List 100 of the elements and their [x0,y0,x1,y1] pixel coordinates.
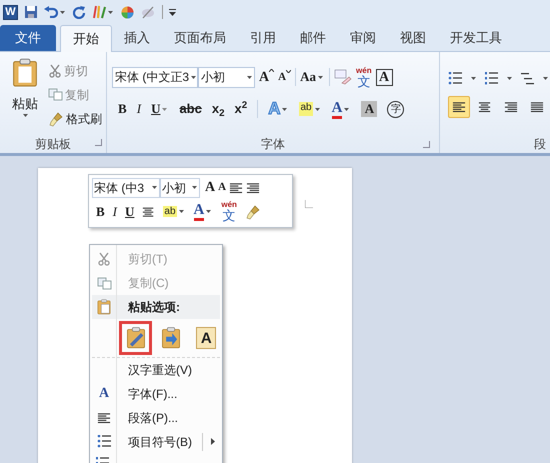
font-size-field[interactable]: 小初 [160,178,200,198]
app-logo[interactable]: W [3,4,18,20]
clear-format-icon[interactable] [334,69,352,85]
shrink-font-button[interactable]: A [218,179,226,196]
align-left-icon[interactable] [452,101,466,113]
align-center-icon[interactable] [142,206,156,218]
font-icon: A [98,383,110,404]
grow-font-button[interactable]: A [259,66,274,88]
phonetic-guide-button[interactable]: wén 文 [356,66,372,88]
menu-item[interactable]: 项目符号(B) [92,430,220,454]
file-tab[interactable]: 文件 [0,25,56,51]
menu-item[interactable]: 段落(P)... [92,406,220,430]
dropdown-caret-icon[interactable] [22,114,28,116]
clipboard-brush-icon [126,326,146,349]
brush-icon[interactable] [48,110,64,126]
group-label: 剪贴板 [35,136,72,152]
format-button[interactable]: U [125,202,134,222]
dropdown-caret-icon[interactable] [152,186,157,189]
grow-font-button[interactable]: A [205,177,216,198]
format-button[interactable]: I [112,202,118,222]
align-right-icon[interactable] [504,101,518,113]
dropdown-caret-icon[interactable] [247,76,252,78]
ribbon-tab[interactable]: 插入 [112,25,162,51]
dropdown-caret-icon[interactable] [192,186,197,189]
paragraph-icon[interactable] [97,412,111,424]
format-painter-icon[interactable] [244,204,261,220]
customize-menu-icon[interactable] [169,8,176,16]
format-button[interactable]: I [136,99,142,119]
bullets-icon[interactable] [448,72,463,84]
multilevel-list-icon[interactable] [520,72,535,84]
undo-icon[interactable] [44,6,58,18]
dropdown-caret-icon[interactable] [282,108,288,110]
redo-icon[interactable] [73,6,86,18]
clipboard-command[interactable]: 格式刷 [48,108,102,129]
font-name-field[interactable]: 宋体 (中3 [92,178,160,198]
clipboard-icon [97,299,111,316]
ribbon-tab[interactable]: 邮件 [288,25,338,51]
increase-indent-icon[interactable] [246,182,260,194]
dropdown-caret-icon[interactable] [344,108,350,110]
dialog-launcher-icon[interactable] [423,141,430,148]
submenu-arrow-icon[interactable] [211,438,215,446]
menu-item[interactable]: 汉字重选(V) [92,358,220,382]
format-button[interactable]: U [151,99,160,119]
align-center-icon[interactable] [478,101,492,113]
down-caret-icon [286,70,292,73]
crop-mark [305,200,313,208]
font-name-field[interactable]: 宋体 (中文正3 [112,66,198,88]
numbering-icon[interactable] [484,72,499,84]
ribbon-tab[interactable]: 页面布局 [162,25,238,51]
character-border-button[interactable]: A [376,68,393,86]
dialog-launcher-icon[interactable] [95,139,102,146]
group-label: 段 [534,136,546,152]
format-button[interactable]: abc [179,99,202,119]
highlight-button[interactable]: ab [163,206,177,217]
enclose-characters-button[interactable]: 字 [387,100,404,118]
copy-icon [48,88,63,101]
dropdown-caret-icon[interactable] [178,210,184,213]
ribbon-tab[interactable]: 审阅 [338,25,388,51]
dropdown-caret-icon[interactable] [507,76,512,80]
format-button[interactable]: B [118,99,127,119]
pens-icon[interactable] [92,5,106,19]
format-button[interactable]: x$_{2}$ [212,99,225,119]
shrink-font-button[interactable]: A [278,68,292,86]
dropdown-caret-icon[interactable] [543,76,548,80]
eraser-icon[interactable] [140,6,156,18]
ribbon-tab[interactable]: 开发工具 [438,25,514,51]
dropdown-caret-icon[interactable] [206,210,212,213]
font-color-button[interactable]: A [332,100,342,118]
dropdown-caret-icon[interactable] [318,76,324,78]
format-button[interactable]: B [96,202,105,222]
dropdown-caret-icon[interactable] [314,108,320,110]
bullets-icon[interactable] [96,435,112,448]
dropdown-caret-icon[interactable] [60,10,65,14]
phonetic-guide-button[interactable]: wén 文 [221,201,237,222]
font-color-button[interactable]: A [194,202,204,221]
ribbon-tab[interactable]: 引用 [238,25,288,51]
dropdown-caret-icon[interactable] [108,10,113,14]
paste-option-button[interactable] [119,320,152,355]
align-button[interactable] [448,96,470,118]
group-label: 字体 [261,136,286,152]
decrease-indent-icon[interactable] [229,182,244,194]
copy-icon [96,276,112,290]
ribbon-tab[interactable]: 视图 [388,25,438,51]
highlight-button[interactable]: ab [299,102,313,116]
menu-item[interactable]: A 字体(F)... [92,382,220,406]
dropdown-caret-icon[interactable] [162,108,168,110]
color-wheel-icon[interactable] [121,6,134,18]
ribbon-tab[interactable]: 开始 [60,25,112,52]
scissors-icon [97,252,111,266]
font-size-field[interactable]: 小初 [198,66,256,88]
dropdown-caret-icon[interactable] [191,76,196,78]
character-shading-button[interactable]: A [361,101,378,117]
paste-button[interactable]: 粘贴 [6,58,44,135]
change-case-button[interactable]: Aa [300,67,326,87]
paste-option-button[interactable]: A [190,320,223,355]
format-button[interactable]: x$^{2}$ [234,99,248,119]
align-justify-icon[interactable] [530,101,544,113]
scissors-icon [48,64,62,78]
save-icon[interactable] [24,5,38,19]
dropdown-caret-icon[interactable] [471,76,476,80]
